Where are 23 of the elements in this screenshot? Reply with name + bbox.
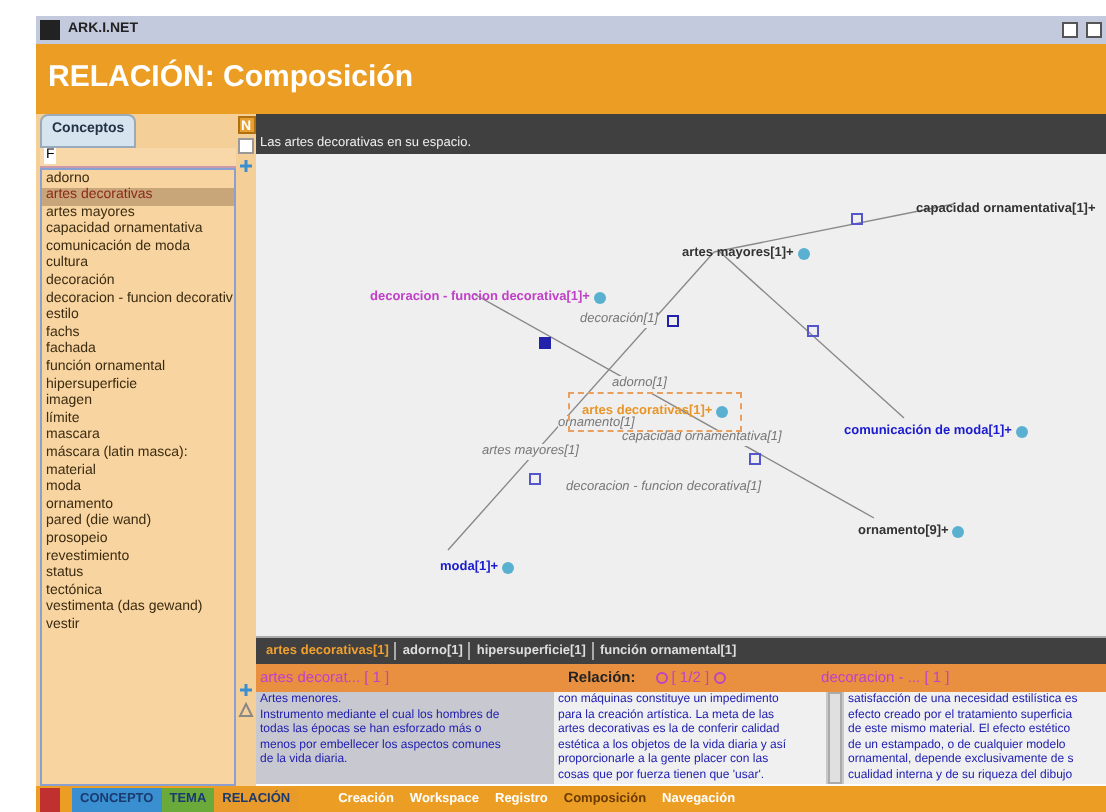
page-title: RELACIÓN: Composición (48, 57, 413, 99)
info-icon[interactable] (502, 561, 515, 574)
link-square[interactable] (851, 213, 863, 225)
add-icon[interactable] (238, 682, 254, 698)
document-icon[interactable] (238, 138, 254, 154)
link-square[interactable] (807, 325, 819, 337)
info-icon[interactable] (1015, 425, 1028, 438)
triangle-icon[interactable] (238, 702, 254, 718)
scrollbar[interactable] (828, 692, 842, 784)
next-icon[interactable] (713, 672, 726, 684)
link-square[interactable] (667, 315, 679, 327)
link-square[interactable] (749, 453, 761, 465)
info-icon[interactable] (952, 525, 965, 538)
info-icon[interactable] (593, 291, 606, 304)
info-icon[interactable] (716, 405, 729, 418)
app-icon (40, 20, 60, 40)
previous-icon[interactable] (655, 672, 668, 684)
maximize-icon[interactable] (1086, 22, 1102, 38)
info-icon[interactable] (797, 247, 810, 260)
link-square[interactable] (529, 473, 541, 485)
app-logo-icon (40, 787, 60, 811)
add-icon[interactable] (238, 158, 254, 174)
minimize-icon[interactable] (1062, 22, 1078, 38)
